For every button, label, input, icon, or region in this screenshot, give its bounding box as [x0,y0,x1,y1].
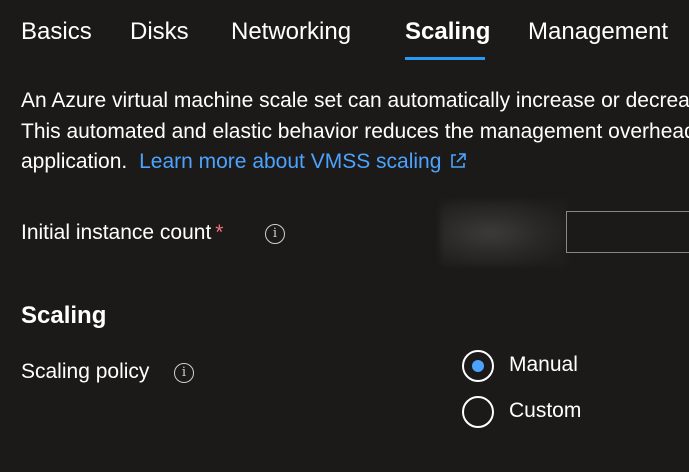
radio-label-manual: Manual [509,353,578,376]
learn-more-link[interactable]: Learn more about VMSS scaling [139,150,467,173]
scaling-description: An Azure virtual machine scale set can a… [21,86,689,180]
radio-dot-selected [472,360,484,372]
radio-label-custom: Custom [509,399,582,422]
tab-networking[interactable]: Networking [231,17,351,47]
description-line-1: An Azure virtual machine scale set can a… [21,89,689,112]
radio-circle-manual[interactable] [462,350,494,382]
instance-count-label: Initial instance count * [21,221,223,245]
description-line-2: This automated and elastic behavior redu… [21,119,689,143]
tab-basics[interactable]: Basics [21,17,92,47]
tab-disks[interactable]: Disks [130,17,189,47]
vmss-scaling-page: Basics Disks Networking Scaling Manageme… [0,0,689,472]
description-line-3-text: application. [21,150,128,173]
required-marker: * [215,221,224,244]
radio-circle-custom[interactable] [462,396,494,428]
tab-bar: Basics Disks Networking Scaling Manageme… [0,0,689,62]
tab-scaling[interactable]: Scaling [405,17,490,47]
instance-count-label-text: Initial instance count [21,221,212,244]
external-link-icon [449,149,467,180]
scaling-section-heading: Scaling [21,302,107,329]
info-icon[interactable]: i [265,224,285,244]
instance-count-input[interactable] [566,211,689,253]
scaling-policy-label: Scaling policy [21,360,150,383]
description-line-3: application. Learn more about VMSS scali… [21,147,689,180]
redacted-area [440,200,567,266]
learn-more-link-text: Learn more about VMSS scaling [139,150,442,173]
active-tab-indicator [405,57,485,60]
tab-management[interactable]: Management [528,17,668,47]
info-icon[interactable]: i [174,363,194,383]
